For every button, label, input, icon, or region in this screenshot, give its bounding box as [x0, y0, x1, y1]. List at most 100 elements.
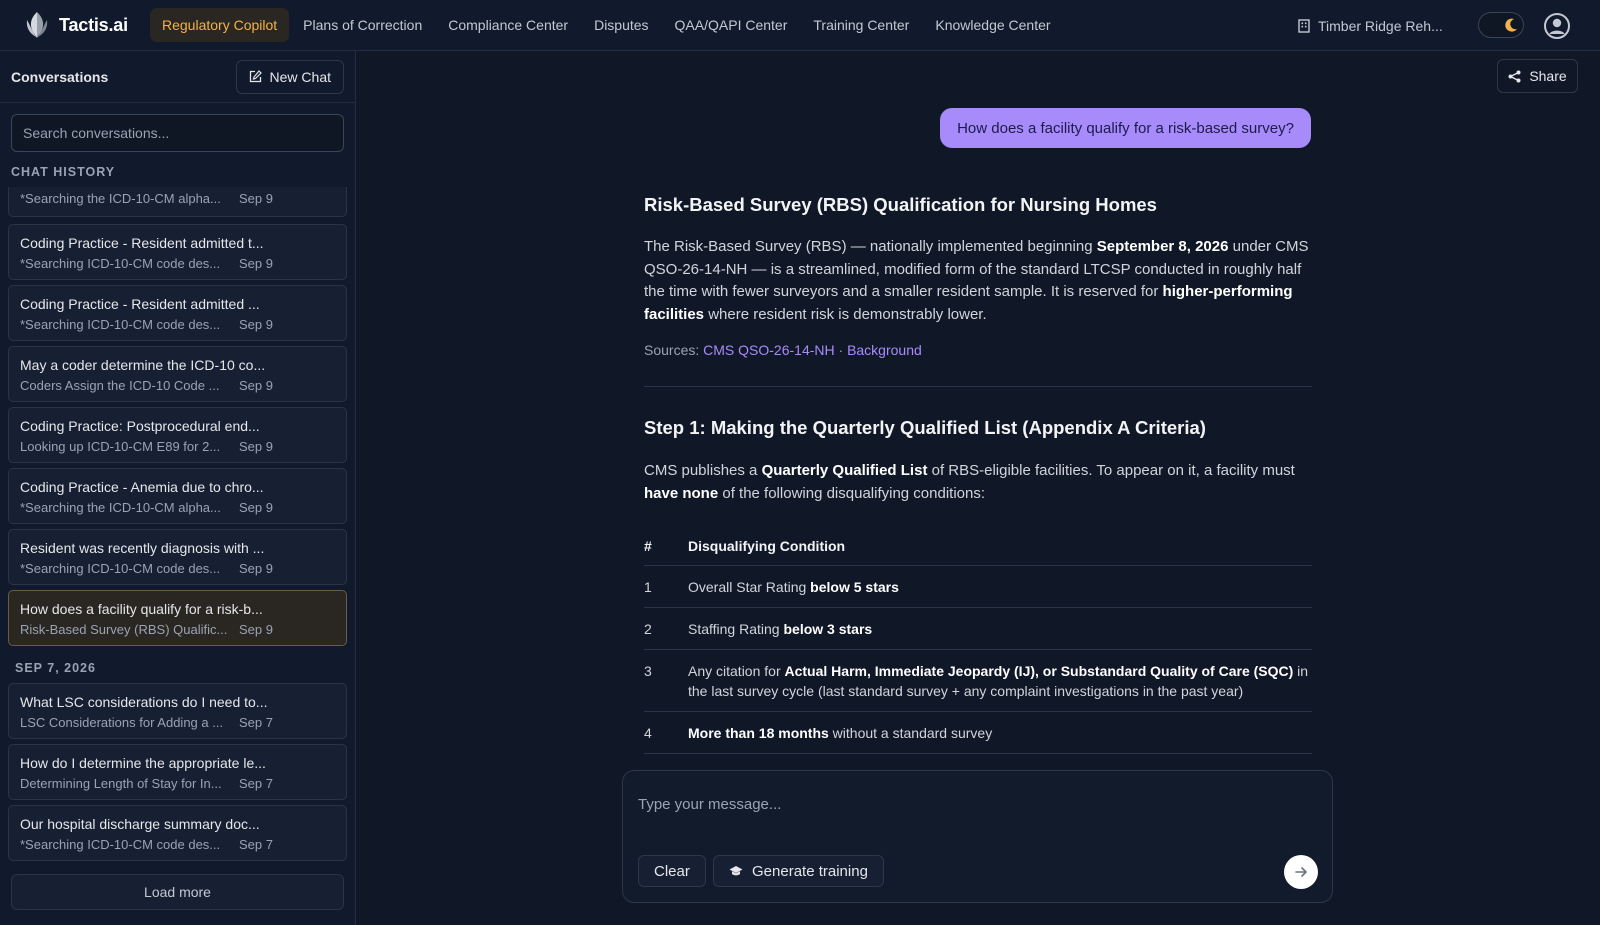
sidebar-header: Conversations New Chat [0, 51, 355, 103]
nav-regulatory-copilot[interactable]: Regulatory Copilot [150, 8, 290, 42]
chat-preview: Coders Assign the ICD-10 Code ... [20, 378, 220, 393]
clear-button[interactable]: Clear [638, 855, 706, 887]
step1-bold: Quarterly Qualified List [761, 462, 928, 479]
new-chat-button[interactable]: New Chat [235, 59, 344, 94]
sources-label: Sources: [644, 342, 700, 358]
chat-title: How do I determine the appropriate le... [20, 755, 266, 771]
chat-preview: *Searching the ICD-10-CM alpha... [20, 191, 221, 206]
answer-sources: Sources: CMS QSO-26-14-NH · Background [644, 342, 1312, 358]
chat-preview: Determining Length of Stay for In... [20, 776, 222, 791]
source-separator: · [834, 342, 848, 358]
chat-preview: *Searching ICD-10-CM code des... [20, 561, 221, 576]
cond-text: Overall Star Rating [688, 579, 811, 595]
chat-date: Sep 9 [239, 317, 273, 332]
intro-text: where resident risk is demonstrably lowe… [704, 305, 987, 323]
share-button[interactable]: Share [1497, 59, 1578, 93]
chat-date: Sep 7 [239, 776, 273, 791]
answer-title: Risk-Based Survey (RBS) Qualification fo… [644, 194, 1157, 215]
search-conversations-input[interactable] [11, 114, 344, 152]
nav-compliance-center[interactable]: Compliance Center [436, 8, 580, 42]
chat-item-active[interactable]: How does a facility qualify for a risk-b… [8, 590, 347, 646]
table-header-num: # [644, 538, 688, 566]
chat-title: Our hospital discharge summary doc... [20, 816, 260, 832]
message-composer: Clear Generate training [622, 770, 1333, 903]
generate-training-button[interactable]: Generate training [713, 855, 884, 887]
send-button[interactable] [1284, 855, 1318, 889]
load-more-button[interactable]: Load more [11, 874, 344, 910]
cond-bold: below 5 stars [810, 579, 899, 595]
step1-part: of RBS-eligible facilities. To appear on… [927, 462, 1295, 479]
nav-disputes[interactable]: Disputes [582, 8, 660, 42]
chat-preview: *Searching ICD-10-CM code des... [20, 837, 221, 852]
chat-title: May a coder determine the ICD-10 co... [20, 357, 266, 373]
step1-bold: have none [644, 484, 719, 502]
chat-date: Sep 9 [239, 191, 273, 206]
facility-selector[interactable]: Timber Ridge Reh... [1298, 0, 1443, 51]
row-number: 1 [644, 565, 688, 608]
source-link-qso[interactable]: CMS QSO-26-14-NH [703, 342, 834, 358]
chat-item[interactable]: Resident was recently diagnosis with ...… [8, 529, 347, 585]
row-condition: More than 18 months without a standard s… [688, 711, 1312, 754]
chat-title: Resident was recently diagnosis with ... [20, 540, 265, 556]
theme-toggle[interactable] [1478, 12, 1524, 38]
cond-bold: below 3 stars [783, 621, 873, 637]
chat-title: Coding Practice - Anemia due to chro... [20, 479, 264, 495]
chat-title: How does a facility qualify for a risk-b… [20, 601, 263, 617]
chat-date: Sep 9 [239, 500, 273, 515]
nav-training-center[interactable]: Training Center [801, 8, 921, 42]
cond-text: Staffing Rating [688, 621, 784, 637]
source-link-background[interactable]: Background [847, 342, 922, 358]
edit-icon [249, 70, 262, 83]
step1-part: CMS publishes a [644, 462, 762, 479]
row-number: 3 [644, 649, 688, 712]
sidebar-title: Conversations [11, 68, 109, 85]
cond-bold: Actual Harm, Immediate Jeopardy (IJ), or… [784, 663, 1294, 679]
chat-title: What LSC considerations do I need to... [20, 694, 268, 710]
table-header-row: # Disqualifying Condition [644, 538, 1312, 566]
nav-qaa-qapi-center[interactable]: QAA/QAPI Center [663, 8, 800, 42]
brand-name: Tactis.ai [59, 14, 128, 35]
row-number: 2 [644, 607, 688, 650]
table-header-condition: Disqualifying Condition [688, 538, 1312, 566]
chat-preview: *Searching ICD-10-CM code des... [20, 317, 221, 332]
chat-item[interactable]: Coding Practice - Anemia due to chro... … [8, 468, 347, 524]
chat-preview: LSC Considerations for Adding a ... [20, 715, 224, 730]
intro-date: September 8, 2026 [1096, 238, 1229, 255]
cond-text: without a standard survey [828, 725, 993, 741]
chat-item[interactable]: May a coder determine the ICD-10 co... C… [8, 346, 347, 402]
chat-date: Sep 7 [239, 837, 273, 852]
chat-preview: *Searching the ICD-10-CM alpha... [20, 500, 221, 515]
section-label-sep-7: SEP 7, 2026 [15, 661, 96, 675]
user-avatar-icon[interactable] [1543, 12, 1571, 40]
row-condition: Staffing Rating below 3 stars [688, 607, 1312, 650]
chat-item[interactable]: Our hospital discharge summary doc... *S… [8, 805, 347, 861]
assistant-answer: Risk-Based Survey (RBS) Qualification fo… [644, 194, 1312, 754]
chat-date: Sep 9 [239, 622, 273, 637]
chat-item[interactable]: Coding Practice: Postprocedural end... L… [8, 407, 347, 463]
share-icon [1508, 70, 1521, 83]
chat-item-partial[interactable]: *Searching the ICD-10-CM alpha... Sep 9 [8, 187, 347, 217]
brand[interactable]: Tactis.ai [22, 10, 150, 40]
chat-item[interactable]: Coding Practice - Resident admitted ... … [8, 285, 347, 341]
chat-item[interactable]: What LSC considerations do I need to... … [8, 683, 347, 739]
message-input[interactable] [638, 789, 1308, 819]
step1-title: Step 1: Making the Quarterly Qualified L… [644, 417, 1206, 438]
chat-date: Sep 9 [239, 561, 273, 576]
row-number: 4 [644, 711, 688, 754]
nav-plans-of-correction[interactable]: Plans of Correction [291, 8, 434, 42]
step1-text: CMS publishes a Quarterly Qualified List… [644, 460, 1312, 505]
chat-date: Sep 9 [239, 256, 273, 271]
share-label: Share [1529, 68, 1567, 84]
chat-item[interactable]: How do I determine the appropriate le...… [8, 744, 347, 800]
assistant-answer-viewport[interactable]: Risk-Based Survey (RBS) Qualification fo… [620, 180, 1340, 770]
new-chat-label: New Chat [269, 68, 331, 85]
chat-item[interactable]: Coding Practice - Resident admitted t...… [8, 224, 347, 280]
nav-knowledge-center[interactable]: Knowledge Center [923, 8, 1062, 42]
row-condition: Any citation for Actual Harm, Immediate … [688, 649, 1312, 712]
intro-text: The Risk-Based Survey (RBS) — nationally… [644, 238, 1097, 255]
chat-date: Sep 7 [239, 715, 273, 730]
moon-icon [1502, 16, 1520, 34]
arrow-right-icon [1293, 864, 1309, 880]
building-icon [1298, 18, 1312, 33]
step1-part: of the following disqualifying condition… [718, 484, 986, 502]
